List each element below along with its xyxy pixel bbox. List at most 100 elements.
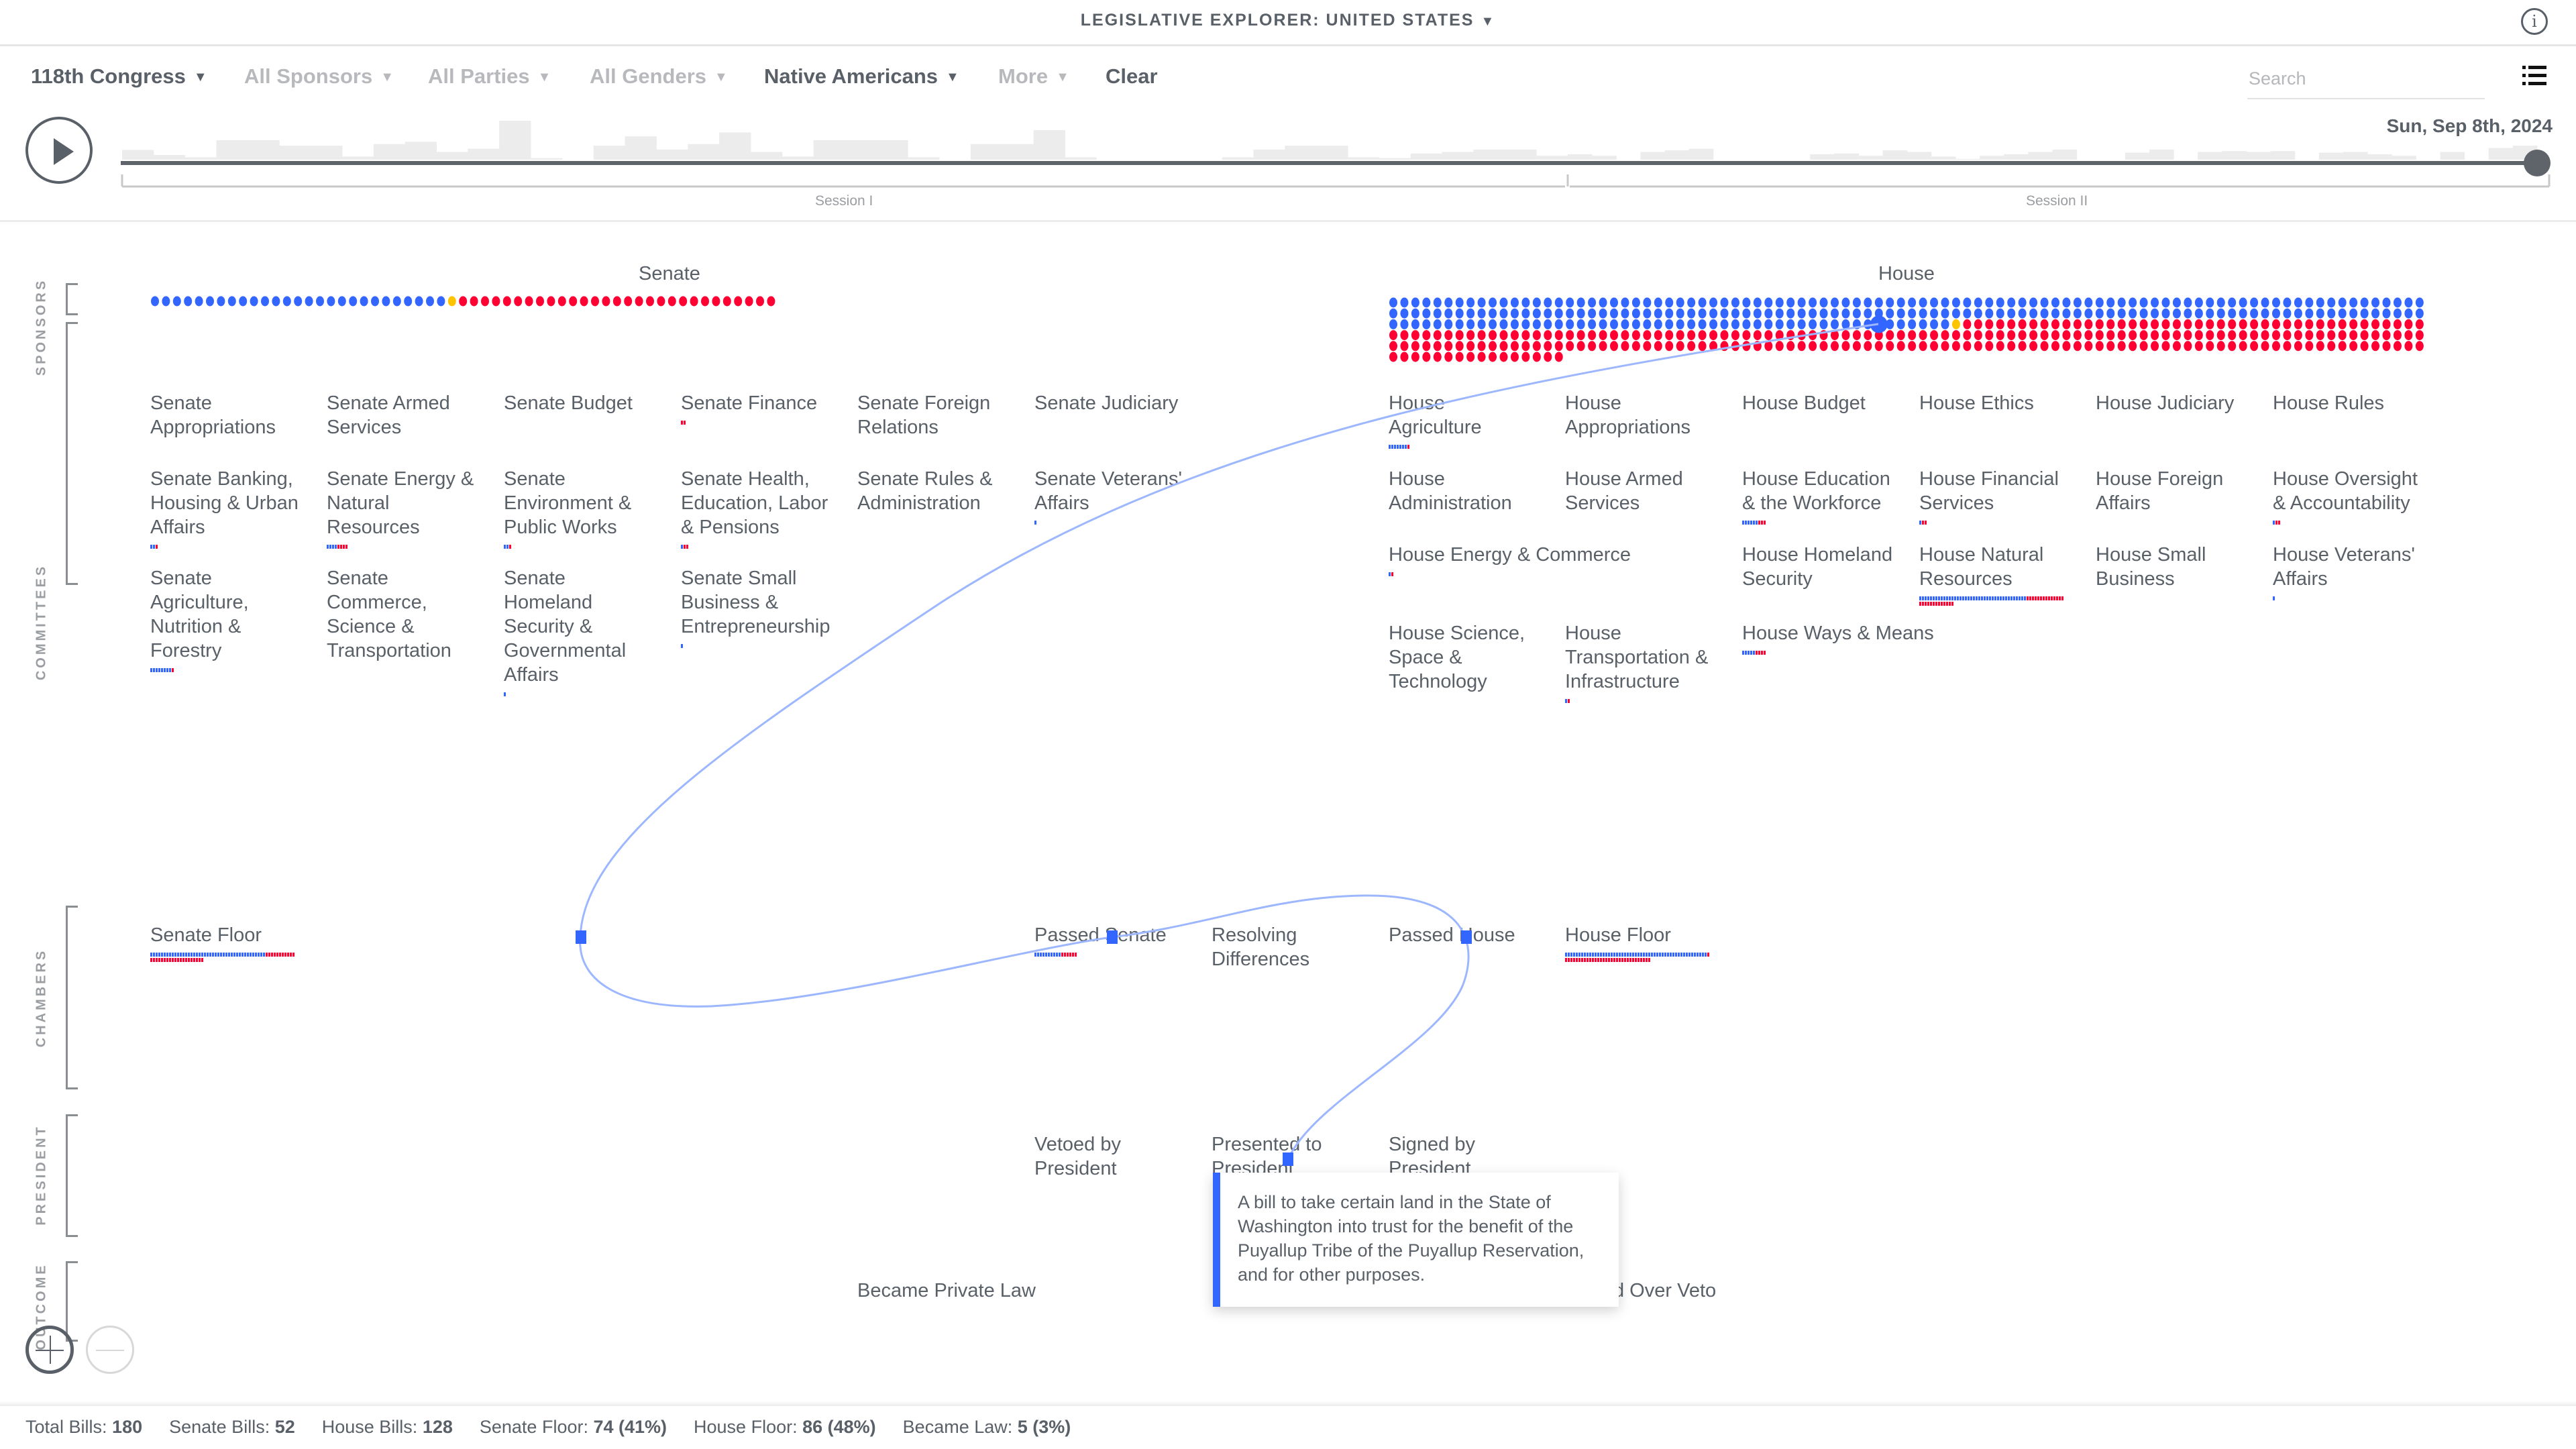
house-committee[interactable]: House Ways & Means bbox=[1742, 621, 1934, 655]
house-sponsor-dot bbox=[1631, 319, 1640, 329]
house-sponsor-dot bbox=[2415, 319, 2424, 329]
house-sponsor-dot bbox=[1775, 297, 1784, 308]
chamber-stage[interactable]: Passed House bbox=[1389, 923, 1515, 947]
chamber-stage[interactable]: Senate Floor bbox=[150, 923, 295, 962]
house-sponsor-dot bbox=[1400, 308, 1409, 319]
senate-committee[interactable]: Senate Small Business & Entrepreneurship bbox=[681, 566, 830, 648]
bill-mark bbox=[1659, 953, 1661, 957]
house-sponsor-dot bbox=[2029, 297, 2038, 308]
house-sponsor-dot bbox=[1422, 297, 1431, 308]
senate-committee[interactable]: Senate Foreign Relations bbox=[857, 391, 990, 439]
house-committee[interactable]: House Education & the Workforce bbox=[1742, 467, 1890, 525]
bill-mark bbox=[1946, 596, 1948, 600]
chamber-stage[interactable]: House Floor bbox=[1565, 923, 1710, 962]
bill-mark bbox=[1962, 596, 1964, 600]
senate-committee[interactable]: Senate Homeland Security & Governmental … bbox=[504, 566, 626, 696]
house-sponsor-dot bbox=[2404, 308, 2413, 319]
zoom-in-button[interactable] bbox=[25, 1326, 74, 1374]
sponsor-dots[interactable] bbox=[0, 0, 2576, 376]
house-sponsor-dot bbox=[1566, 297, 1574, 308]
footer-stat-value: 180 bbox=[112, 1417, 143, 1437]
senate-committee[interactable]: Senate Finance bbox=[681, 391, 817, 425]
senate-committee[interactable]: Senate Agriculture, Nutrition & Forestry bbox=[150, 566, 249, 672]
senate-committee[interactable]: Senate Budget bbox=[504, 391, 633, 415]
zoom-out-button[interactable] bbox=[86, 1326, 134, 1374]
bill-mark bbox=[2048, 596, 2050, 600]
house-committee[interactable]: House Armed Services bbox=[1565, 467, 1683, 515]
senate-committee[interactable]: Senate Armed Services bbox=[327, 391, 450, 439]
bill-mark bbox=[161, 958, 163, 962]
house-committee[interactable]: House Judiciary bbox=[2096, 391, 2234, 415]
house-sponsor-dot bbox=[1477, 319, 1486, 329]
house-sponsor-dot bbox=[1831, 330, 1839, 341]
senate-committee[interactable]: Senate Banking, Housing & Urban Affairs bbox=[150, 467, 299, 549]
house-sponsor-dot bbox=[1477, 308, 1486, 319]
house-sponsor-dot bbox=[1554, 319, 1563, 329]
house-sponsor-dot bbox=[1687, 341, 1696, 352]
house-committee[interactable]: House Appropriations bbox=[1565, 391, 1690, 439]
senate-committee[interactable]: Senate Environment & Public Works bbox=[504, 467, 631, 549]
bill-mark bbox=[185, 958, 187, 962]
footer-divider bbox=[0, 1401, 2576, 1406]
house-committee[interactable]: House Oversight & Accountability bbox=[2273, 467, 2418, 525]
house-committee[interactable]: House Rules bbox=[2273, 391, 2384, 415]
house-sponsor-dot bbox=[2194, 308, 2203, 319]
senate-committee[interactable]: Senate Veterans' Affairs bbox=[1034, 467, 1182, 525]
house-committee[interactable]: House Natural Resources bbox=[1919, 543, 2064, 606]
house-committee[interactable]: House Science, Space & Technology bbox=[1389, 621, 1525, 694]
house-committee[interactable]: House Veterans' Affairs bbox=[2273, 543, 2415, 600]
senate-sponsor-dot bbox=[371, 296, 379, 307]
house-sponsor-dot bbox=[1444, 308, 1453, 319]
senate-committee[interactable]: Senate Energy & Natural Resources bbox=[327, 467, 474, 549]
senate-committee-label: Senate Appropriations bbox=[150, 392, 276, 438]
house-committee[interactable]: House Ethics bbox=[1919, 391, 2034, 415]
house-sponsor-dot bbox=[2018, 297, 2027, 308]
house-sponsor-dot bbox=[1908, 341, 1917, 352]
senate-sponsor-dot bbox=[690, 296, 698, 307]
house-sponsor-dot bbox=[1499, 308, 1508, 319]
bill-mark bbox=[263, 953, 265, 957]
house-committee[interactable]: House Agriculture bbox=[1389, 391, 1482, 449]
house-committee[interactable]: House Transportation & Infrastructure bbox=[1565, 621, 1708, 703]
senate-committee[interactable]: Senate Appropriations bbox=[150, 391, 276, 439]
bill-mark bbox=[1654, 953, 1656, 957]
house-committee[interactable]: House Small Business bbox=[2096, 543, 2206, 591]
house-sponsor-dot bbox=[1400, 352, 1409, 362]
senate-committee[interactable]: Senate Health, Education, Labor & Pensio… bbox=[681, 467, 828, 549]
house-sponsor-dot bbox=[1389, 330, 1397, 341]
house-committee-label: House Ways & Means bbox=[1742, 623, 1934, 644]
senate-committee[interactable]: Senate Judiciary bbox=[1034, 391, 1178, 415]
bill-mark bbox=[2037, 596, 2039, 600]
bill-mark bbox=[1394, 445, 1396, 449]
house-sponsor-dot bbox=[1764, 319, 1773, 329]
house-committee[interactable]: House Budget bbox=[1742, 391, 1866, 415]
house-committee[interactable]: House Foreign Affairs bbox=[2096, 467, 2223, 515]
senate-committee[interactable]: Senate Rules & Administration bbox=[857, 467, 993, 515]
bill-mark bbox=[1697, 953, 1699, 957]
house-committee-label: House Armed Services bbox=[1565, 468, 1683, 514]
senate-committee-label: Senate Rules & Administration bbox=[857, 468, 993, 514]
house-sponsor-dot bbox=[1554, 308, 1563, 319]
bill-mark bbox=[2032, 596, 2034, 600]
outcome-stage[interactable]: d Over Veto bbox=[1613, 1279, 1716, 1303]
bill-mark bbox=[1919, 521, 1921, 525]
house-committee[interactable]: House Financial Services bbox=[1919, 467, 2059, 525]
president-stage[interactable]: Vetoed by President bbox=[1034, 1132, 1121, 1181]
house-sponsor-dot bbox=[1422, 352, 1431, 362]
house-committee[interactable]: House Homeland Security bbox=[1742, 543, 1892, 591]
house-committee[interactable]: House Administration bbox=[1389, 467, 1512, 515]
chamber-stage[interactable]: Resolving Differences bbox=[1212, 923, 1309, 971]
outcome-stage[interactable]: Became Private Law bbox=[857, 1279, 1036, 1303]
party-bill-bars bbox=[1034, 519, 1182, 525]
house-committee[interactable]: House Energy & Commerce bbox=[1389, 543, 1631, 576]
senate-committee[interactable]: Senate Commerce, Science & Transportatio… bbox=[327, 566, 451, 663]
house-sponsor-dot bbox=[1886, 341, 1894, 352]
bill-mark bbox=[327, 545, 329, 549]
house-sponsor-dot bbox=[2172, 308, 2181, 319]
house-sponsor-dot bbox=[2250, 319, 2259, 329]
bill-mark bbox=[156, 668, 158, 672]
house-sponsor-dot bbox=[2007, 341, 2016, 352]
bill-mark bbox=[1589, 953, 1591, 957]
bill-mark bbox=[172, 953, 174, 957]
chamber-stage[interactable]: Passed Senate bbox=[1034, 923, 1167, 957]
